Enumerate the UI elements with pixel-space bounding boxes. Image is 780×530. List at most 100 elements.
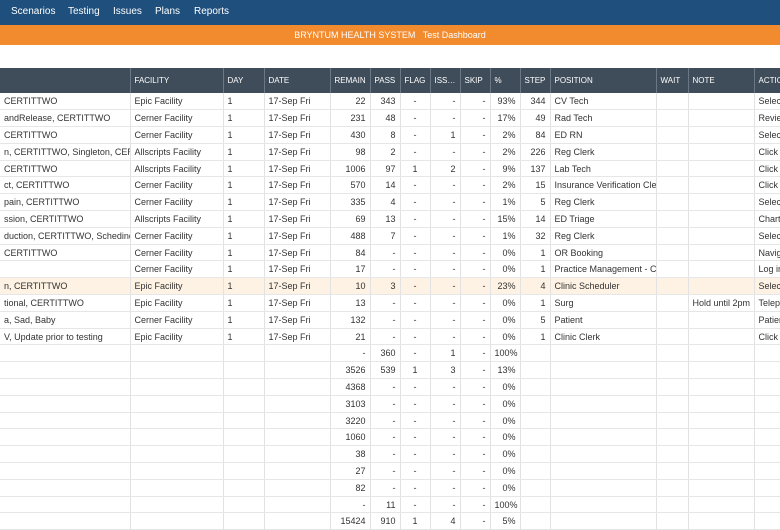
summary-empty-cell	[130, 395, 224, 413]
cell-position: Clinic Scheduler	[550, 277, 657, 296]
cell-step: 137	[520, 160, 551, 178]
col-header-name[interactable]	[0, 68, 131, 93]
cell-issue: -	[430, 244, 461, 262]
col-header-action[interactable]: ACTIO	[754, 68, 780, 93]
col-header-position[interactable]: POSITION	[550, 68, 657, 93]
cell-action[interactable]: Selec	[754, 277, 780, 296]
summary-empty-cell	[520, 395, 551, 413]
table-row[interactable]: n, CERTITTWO Epic Facility 1 17-Sep Fri 10 3-…	[0, 277, 780, 296]
cell-wait	[656, 176, 689, 195]
col-header-date[interactable]: DATE	[264, 68, 331, 93]
cell-flag: -	[400, 126, 431, 144]
summary-empty-cell	[264, 395, 331, 413]
cell-percent: 0%	[490, 311, 521, 329]
summary-empty-cell	[520, 462, 551, 480]
cell-action[interactable]: Click	[754, 143, 780, 161]
table-row[interactable]: ssion, CERTITTWO Allscripts Facility 1 17-S…	[0, 210, 780, 228]
table-row[interactable]: CERTITTWO Epic Facility 1 17-Sep Fri 22 343- -…	[0, 93, 780, 111]
col-header-wait[interactable]: WAIT	[656, 68, 689, 93]
cell-day: 1	[223, 294, 265, 312]
cell-skip: -	[460, 260, 491, 279]
table-row[interactable]: ct, CERTITTWO Cerner Facility 1 17-Sep Fri 5…	[0, 176, 780, 195]
nav-scenarios[interactable]: Scenarios	[11, 0, 55, 25]
cell-action[interactable]: Selec	[754, 193, 780, 212]
cell-day: 1	[223, 260, 265, 279]
summary-empty-cell	[656, 395, 689, 413]
table-row[interactable]: tional, CERTITTWO Epic Facility 1 17-Sep Fr…	[0, 294, 780, 312]
summary-empty-cell	[688, 378, 755, 396]
table-row[interactable]: a, Sad, Baby Cerner Facility 1 17-Sep Fri 13…	[0, 311, 780, 329]
col-header-issue[interactable]: ISS…	[430, 68, 461, 93]
summary-row: 82- - - -0%	[0, 479, 780, 497]
cell-percent: 2%	[490, 143, 521, 161]
col-header-step[interactable]: STEP	[520, 68, 551, 93]
cell-pass: 97	[370, 160, 401, 178]
summary-empty-cell	[223, 344, 265, 363]
col-header-note[interactable]: NOTE	[688, 68, 755, 93]
cell-action[interactable]: Telep	[754, 294, 780, 312]
cell-skip: -	[460, 93, 491, 111]
cell-remain: 231	[330, 109, 371, 128]
table-row[interactable]: andRelease, CERTITTWO Cerner Facility 1 17-…	[0, 109, 780, 128]
nav-issues[interactable]: Issues	[113, 0, 142, 25]
summary-issue: -	[430, 378, 461, 396]
table-row[interactable]: CERTITTWO Allscripts Facility 1 17-Sep Fri 1…	[0, 160, 780, 178]
table-row[interactable]: CERTITTWO Cerner Facility 1 17-Sep Fri 430 8-…	[0, 126, 780, 144]
cell-date: 17-Sep Fri	[264, 160, 331, 178]
cell-action[interactable]: Revie	[754, 109, 780, 128]
table-row[interactable]: V, Update prior to testing Epic Facility 1…	[0, 328, 780, 346]
nav-testing[interactable]: Testing	[68, 0, 100, 25]
nav-reports[interactable]: Reports	[194, 0, 229, 25]
cell-step: 14	[520, 210, 551, 228]
cell-action[interactable]: Selec	[754, 126, 780, 144]
summary-empty-cell	[688, 344, 755, 363]
col-header-remain[interactable]: REMAIN	[330, 68, 371, 93]
summary-flag: 1	[400, 512, 431, 530]
col-header-facility[interactable]: FACILITY	[130, 68, 224, 93]
summary-skip: -	[460, 378, 491, 396]
cell-step: 344	[520, 93, 551, 111]
cell-action[interactable]: Patien	[754, 311, 780, 329]
col-header-day[interactable]: DAY	[223, 68, 265, 93]
cell-note	[688, 143, 755, 161]
cell-action[interactable]: Selec	[754, 93, 780, 111]
cell-date: 17-Sep Fri	[264, 193, 331, 212]
summary-empty-cell	[550, 344, 657, 363]
table-row[interactable]: pain, CERTITTWO Cerner Facility 1 17-Sep Fr…	[0, 193, 780, 212]
cell-action[interactable]: Log in	[754, 260, 780, 279]
cell-action[interactable]: Selec	[754, 227, 780, 245]
summary-skip: -	[460, 512, 491, 530]
summary-pass: 539	[370, 361, 401, 380]
nav-plans[interactable]: Plans	[155, 0, 180, 25]
cell-flag: -	[400, 227, 431, 245]
summary-row: 3526 539 1 3-13%	[0, 361, 780, 380]
cell-action[interactable]: Click	[754, 160, 780, 178]
cell-action[interactable]: Navig	[754, 244, 780, 262]
cell-action[interactable]: Click	[754, 176, 780, 195]
cell-remain: 335	[330, 193, 371, 212]
table-row[interactable]: Cerner Facility 1 17-Sep Fri 17- - - -0% 1 Pract…	[0, 260, 780, 279]
summary-skip: -	[460, 445, 491, 464]
col-header-pass[interactable]: PASS	[370, 68, 401, 93]
cell-note	[688, 109, 755, 128]
col-header-percent[interactable]: %	[490, 68, 521, 93]
summary-skip: -	[460, 344, 491, 363]
cell-note	[688, 160, 755, 178]
cell-action[interactable]: Click	[754, 328, 780, 346]
table-row[interactable]: duction, CERTITTWO, Schedindu Cerner Faci…	[0, 227, 780, 245]
summary-empty-cell	[0, 378, 131, 396]
summary-empty-cell	[520, 445, 551, 464]
cell-scenario: CERTITTWO	[0, 244, 131, 262]
cell-action[interactable]: Chart	[754, 210, 780, 228]
summary-empty-cell	[130, 378, 224, 396]
summary-empty-cell	[550, 512, 657, 530]
col-header-skip[interactable]: SKIP	[460, 68, 491, 93]
cell-wait	[656, 160, 689, 178]
table-row[interactable]: n, CERTITTWO, Singleton, CERT Allscripts …	[0, 143, 780, 161]
summary-empty-cell	[754, 361, 780, 380]
summary-empty-cell	[520, 496, 551, 514]
col-header-flag[interactable]: FLAG	[400, 68, 431, 93]
summary-empty-cell	[656, 428, 689, 447]
cell-percent: 2%	[490, 126, 521, 144]
table-row[interactable]: CERTITTWO Cerner Facility 1 17-Sep Fri 84- - -…	[0, 244, 780, 262]
